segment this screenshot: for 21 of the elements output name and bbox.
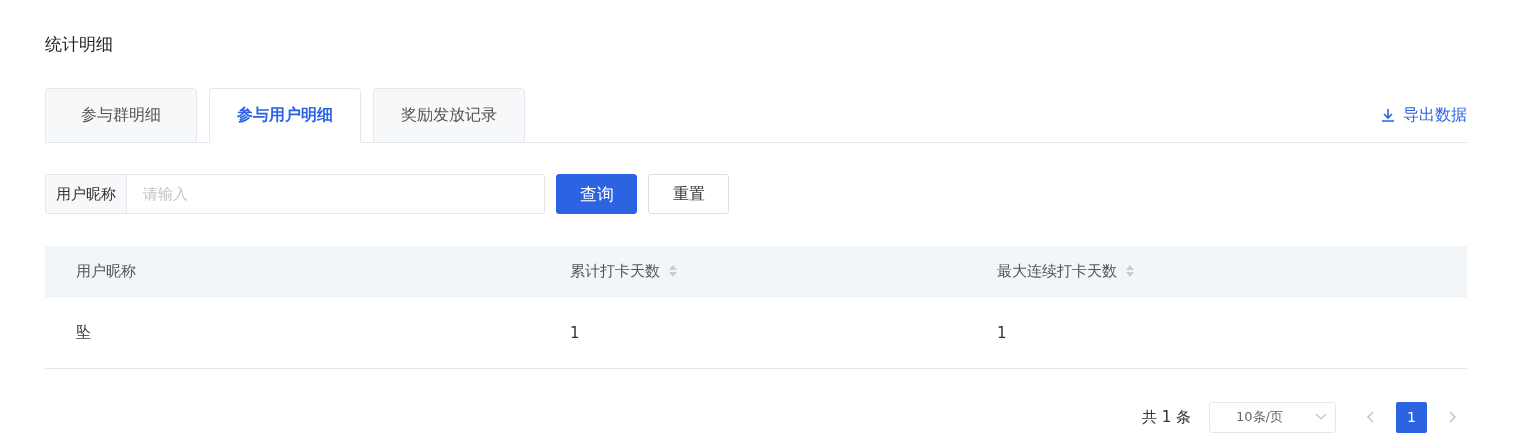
total-count: 共 1 条 xyxy=(1141,407,1191,427)
reset-button[interactable]: 重置 xyxy=(648,174,729,214)
page-size-select[interactable]: 10条/页 xyxy=(1209,401,1336,433)
table-cell: 坠 xyxy=(76,323,91,342)
search-button[interactable]: 查询 xyxy=(556,174,637,214)
tab[interactable]: 奖励发放记录 xyxy=(373,88,525,143)
export-button[interactable]: 导出数据 xyxy=(1381,88,1467,142)
sort-icon[interactable] xyxy=(668,264,678,278)
column-header: 用户昵称 xyxy=(76,261,136,281)
column-header: 累计打卡天数 xyxy=(570,261,660,281)
page-button[interactable]: 1 xyxy=(1396,401,1427,433)
table-cell: 1 xyxy=(570,323,580,342)
table-cell: 1 xyxy=(997,323,1007,342)
section-title: 统计明细 xyxy=(45,33,114,56)
search-field[interactable]: 用户昵称 请输入 xyxy=(45,174,545,214)
tab[interactable]: 参与用户明细 xyxy=(209,88,361,143)
sort-icon[interactable] xyxy=(1125,264,1135,278)
column-header: 最大连续打卡天数 xyxy=(997,261,1117,281)
tab[interactable]: 参与群明细 xyxy=(45,88,197,143)
chevron-down-icon xyxy=(1315,413,1327,421)
download-icon xyxy=(1381,108,1395,122)
